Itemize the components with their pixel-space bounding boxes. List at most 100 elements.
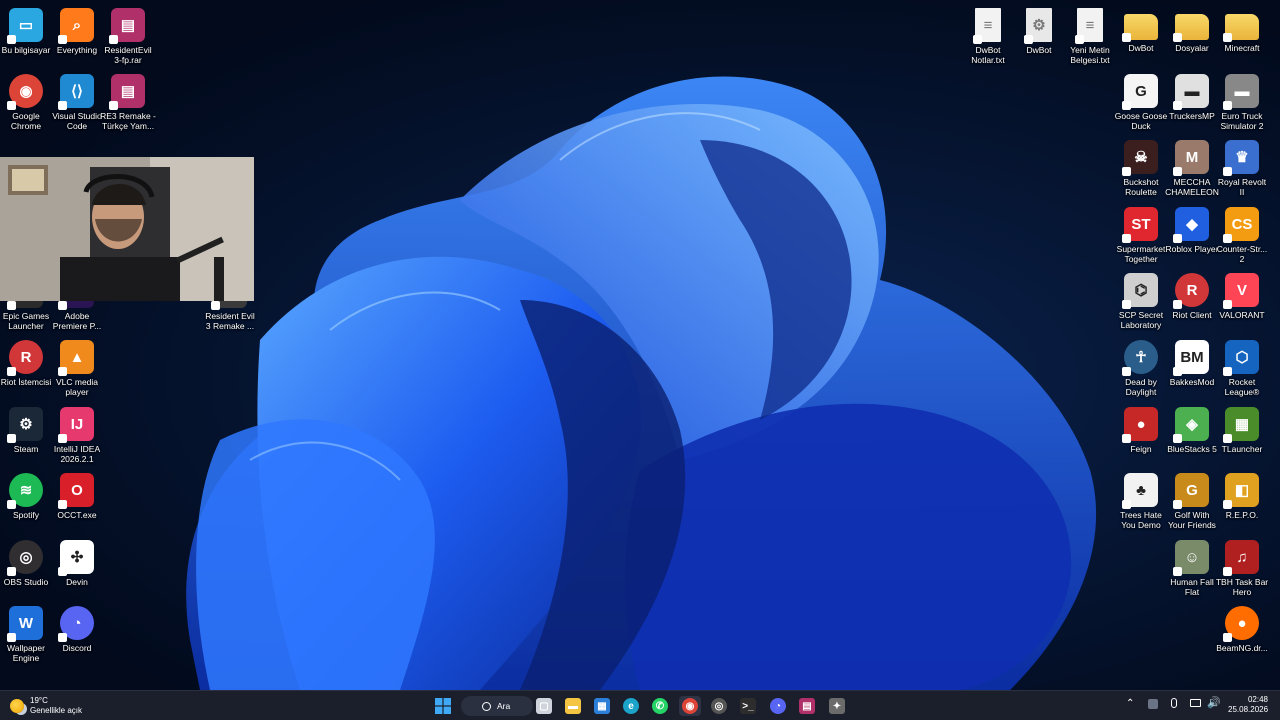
- tray-overflow-icon[interactable]: ⌃: [1126, 698, 1134, 709]
- desktop-icon[interactable]: ✣ Devin: [51, 540, 103, 587]
- chrome-button[interactable]: ◉: [679, 696, 701, 716]
- desktop-icon[interactable]: ◆ Roblox Player: [1166, 207, 1218, 254]
- desktop-icon[interactable]: ⌬ SCP Secret Laboratory: [1115, 273, 1167, 330]
- desktop-icon[interactable]: O OCCT.exe: [51, 473, 103, 520]
- obs-button[interactable]: ◎: [708, 696, 730, 716]
- whatsapp-button[interactable]: ✆: [649, 696, 671, 716]
- desktop-icon[interactable]: ☥ Dead by Daylight: [1115, 340, 1167, 397]
- desktop-icon[interactable]: ▤ ResidentEvil 3-fp.rar: [102, 8, 154, 65]
- desktop-icon[interactable]: ▬ Euro Truck Simulator 2: [1216, 74, 1268, 131]
- feign-icon: ●: [1122, 407, 1158, 443]
- desktop-icon[interactable]: W Wallpaper Engine: [0, 606, 52, 663]
- roblox-icon: ◆: [1173, 207, 1209, 243]
- chrome-icon: ◉: [682, 698, 698, 714]
- shortcut-arrow-icon: [58, 567, 67, 576]
- winrar-button[interactable]: ▤: [796, 696, 818, 716]
- desktop-icon[interactable]: ◎ OBS Studio: [0, 540, 52, 587]
- desktop-icon[interactable]: ⚙ Steam: [0, 407, 52, 454]
- shortcut-arrow-icon: [7, 367, 16, 376]
- text-file-icon: ≡: [1075, 8, 1103, 44]
- shortcut-arrow-icon: [109, 35, 118, 44]
- desktop-icon[interactable]: ⚙ DwBot: [1013, 8, 1065, 55]
- desktop-icon[interactable]: ◈ BlueStacks 5: [1166, 407, 1218, 454]
- desktop-icon[interactable]: ☠ Buckshot Roulette: [1115, 140, 1167, 197]
- desktop-icon[interactable]: ▲ VLC media player: [51, 340, 103, 397]
- tree-icon: ♣: [1122, 473, 1158, 509]
- winrar-icon: ▤: [109, 74, 145, 110]
- microphone-icon[interactable]: [1171, 698, 1177, 708]
- clock[interactable]: 02:48 25.08.2026: [1228, 695, 1268, 715]
- desktop-icon[interactable]: ▤ RE3 Remake - Türkçe Yam...: [100, 74, 156, 131]
- shortcut-arrow-icon: [1223, 500, 1232, 509]
- desktop-wallpaper: [0, 0, 1280, 690]
- steam-icon: ⚙: [7, 407, 43, 443]
- clock-date: 25.08.2026: [1228, 705, 1269, 714]
- desktop-icon[interactable]: V VALORANT: [1216, 273, 1268, 320]
- monitor-tray-icon[interactable]: [1190, 699, 1201, 707]
- shortcut-arrow-icon: [1223, 33, 1232, 42]
- obs-icon: ◎: [7, 540, 43, 576]
- edge-button[interactable]: e: [620, 696, 642, 716]
- desktop-icon[interactable]: DwBot: [1115, 8, 1167, 53]
- desktop-icon[interactable]: Dosyalar: [1166, 8, 1218, 53]
- desktop-icon[interactable]: ◔ Discord: [51, 606, 103, 653]
- start-button[interactable]: [432, 696, 454, 716]
- shortcut-arrow-icon: [1223, 633, 1232, 642]
- network-tray-icon[interactable]: [1148, 699, 1158, 709]
- desktop-icon[interactable]: R Riot İstemcisi: [0, 340, 52, 387]
- shortcut-arrow-icon: [1223, 434, 1232, 443]
- file-explorer-button[interactable]: ▬: [562, 696, 584, 716]
- store-button[interactable]: ▦: [591, 696, 613, 716]
- desktop-icon[interactable]: ⬡ Rocket League®: [1216, 340, 1268, 397]
- desktop-icon[interactable]: ◉ Google Chrome: [0, 74, 52, 131]
- discord-button[interactable]: ◔: [767, 696, 789, 716]
- search-box[interactable]: Ara: [461, 696, 533, 716]
- desktop-icon[interactable]: ▭ Bu bilgisayar: [0, 8, 52, 55]
- shortcut-arrow-icon: [1173, 434, 1182, 443]
- desktop-icon[interactable]: G Goose Goose Duck: [1115, 74, 1167, 131]
- terminal-button[interactable]: >_: [737, 696, 759, 716]
- desktop-icon[interactable]: ▦ TLauncher: [1216, 407, 1268, 454]
- desktop-icon[interactable]: ⟨⟩ Visual Studio Code: [51, 74, 103, 131]
- desktop-icon[interactable]: ≡ DwBot Notlar.txt: [962, 8, 1014, 65]
- desktop-icon[interactable]: ST Supermarket Together: [1115, 207, 1167, 264]
- riot-icon: R: [7, 340, 43, 376]
- desktop-icon[interactable]: ♣ Trees Hate You Demo: [1115, 473, 1167, 530]
- weather-icon: [10, 699, 24, 713]
- shortcut-arrow-icon: [1122, 500, 1131, 509]
- dwbot-button[interactable]: ✦: [826, 696, 848, 716]
- shortcut-arrow-icon: [973, 35, 982, 44]
- desktop-icon[interactable]: Minecraft: [1216, 8, 1268, 53]
- bluestacks-icon: ◈: [1173, 407, 1209, 443]
- desktop-icon[interactable]: M MECCHA CHAMELEON: [1165, 140, 1219, 197]
- desktop-icon[interactable]: IJ IntelliJ IDEA 2026.2.1: [51, 407, 103, 464]
- desktop-icon[interactable]: ● BeamNG.dr...: [1216, 606, 1268, 653]
- vscode-icon: ⟨⟩: [58, 74, 94, 110]
- speaker-icon[interactable]: 🔊: [1207, 696, 1221, 709]
- desktop-icon-label: Rocket League®: [1224, 377, 1260, 397]
- discord-icon: ◔: [770, 698, 786, 714]
- desktop-icon[interactable]: ♫ TBH Task Bar Hero: [1216, 540, 1268, 597]
- desktop-icon[interactable]: ● Feign: [1115, 407, 1167, 454]
- shortcut-arrow-icon: [1173, 567, 1182, 576]
- desktop-icon[interactable]: ♛ Royal Revolt II: [1216, 140, 1268, 197]
- weather-widget[interactable]: 19°C Genellikle açık: [10, 695, 82, 717]
- desktop-icon[interactable]: BM BakkesMod: [1166, 340, 1218, 387]
- desktop-icon[interactable]: ☺ Human Fall Flat: [1166, 540, 1218, 597]
- desktop-icon[interactable]: ≋ Spotify: [0, 473, 52, 520]
- desktop-icon[interactable]: ⌕ Everything: [51, 8, 103, 55]
- spotify-icon: ≋: [7, 473, 43, 509]
- shortcut-arrow-icon: [109, 101, 118, 110]
- desktop-icon[interactable]: ◧ R.E.P.O.: [1216, 473, 1268, 520]
- desktop-icon[interactable]: R Riot Client: [1166, 273, 1218, 320]
- shortcut-arrow-icon: [58, 101, 67, 110]
- desktop-icon[interactable]: ▬ TruckersMP: [1166, 74, 1218, 121]
- valorant-icon: V: [1223, 273, 1259, 309]
- desktop-icon[interactable]: G Golf With Your Friends: [1166, 473, 1218, 530]
- desktop-icon[interactable]: ≡ Yeni Metin Belgesi.txt: [1064, 8, 1116, 65]
- desktop-icon[interactable]: CS Counter-Str... 2: [1216, 207, 1268, 264]
- desktop-icon-label: Minecraft: [1224, 43, 1260, 53]
- shortcut-arrow-icon: [1223, 167, 1232, 176]
- task-view-button[interactable]: ▢: [533, 696, 555, 716]
- shortcut-arrow-icon: [1223, 567, 1232, 576]
